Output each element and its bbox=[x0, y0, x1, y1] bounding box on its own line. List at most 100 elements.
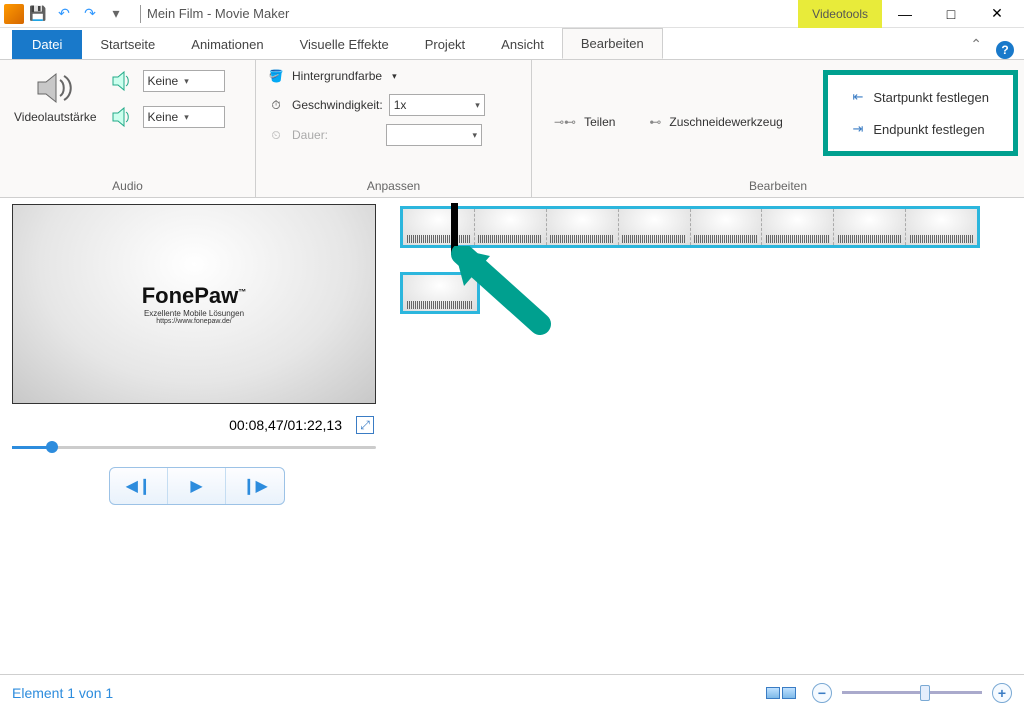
group-label-audio: Audio bbox=[10, 177, 245, 195]
preview-canvas[interactable]: FonePaw™ Exzellente Mobile Lösungen http… bbox=[12, 204, 376, 404]
teilen-label: Teilen bbox=[584, 115, 615, 129]
set-end-icon: ⇥ bbox=[852, 121, 863, 137]
zoom-thumb[interactable] bbox=[920, 685, 930, 701]
quick-access-toolbar: 💾 ↶ ↷ ▾ bbox=[28, 4, 134, 24]
ribbon-group-anpassen: 🪣 Hintergrundfarbe ▾ ⏱ Geschwindigkeit: … bbox=[256, 60, 532, 197]
zoom-control: − + bbox=[812, 683, 1012, 703]
geschwindigkeit-combo[interactable]: 1x ▾ bbox=[389, 94, 485, 116]
ribbon-tabs: Datei Startseite Animationen Visuelle Ef… bbox=[0, 28, 1024, 60]
thumbnails-view-icon[interactable] bbox=[766, 687, 796, 699]
preview-logo-sub: Exzellente Mobile Lösungen bbox=[144, 309, 244, 318]
hintergrundfarbe-button[interactable]: 🪣 Hintergrundfarbe ▾ bbox=[266, 66, 397, 86]
window-controls: — □ ✕ bbox=[882, 0, 1020, 28]
videolautstaerke-button[interactable]: Videolautstärke bbox=[10, 66, 101, 128]
duration-icon: ⏲ bbox=[266, 125, 286, 145]
caret-icon: ▾ bbox=[473, 130, 478, 141]
endpunkt-label: Endpunkt festlegen bbox=[873, 122, 984, 137]
set-start-icon: ⇤ bbox=[852, 89, 863, 105]
group-label-anpassen: Anpassen bbox=[266, 177, 521, 195]
tab-startseite[interactable]: Startseite bbox=[82, 30, 173, 59]
startpunkt-label: Startpunkt festlegen bbox=[873, 90, 989, 105]
title-divider bbox=[140, 5, 141, 23]
preview-logo-main: FonePaw™ bbox=[142, 283, 247, 309]
clip-frame bbox=[403, 275, 477, 311]
speed-icon: ⏱ bbox=[266, 95, 286, 115]
play-button[interactable]: ▶ bbox=[168, 468, 226, 504]
preview-logo-url: https://www.fonepaw.de/ bbox=[156, 318, 232, 325]
fadein-value: Keine bbox=[148, 74, 179, 88]
status-bar: Element 1 von 1 − + bbox=[0, 674, 1024, 710]
playhead[interactable] bbox=[451, 203, 458, 255]
tab-visuelle-effekte[interactable]: Visuelle Effekte bbox=[282, 30, 407, 59]
clip-frame bbox=[762, 209, 834, 245]
clip-frame bbox=[547, 209, 619, 245]
preview-time: 00:08,47/01:22,13 bbox=[229, 417, 342, 433]
ribbon: Videolautstärke Keine ▾ Keine ▾ bbox=[0, 60, 1024, 198]
redo-icon[interactable]: ↷ bbox=[80, 4, 100, 24]
setpoint-highlight-panel: ⇤ Startpunkt festlegen ⇥ Endpunkt festle… bbox=[823, 70, 1018, 156]
preview-time-row: 00:08,47/01:22,13 ⤢ bbox=[12, 404, 382, 440]
fadein-combo[interactable]: Keine ▾ bbox=[143, 70, 225, 92]
clip-frame bbox=[834, 209, 906, 245]
zoom-out-button[interactable]: − bbox=[812, 683, 832, 703]
geschwindigkeit-value: 1x bbox=[394, 98, 407, 112]
caret-icon: ▾ bbox=[392, 71, 397, 82]
teilen-button[interactable]: ⊸⊷ Teilen bbox=[542, 107, 627, 137]
qat-dropdown-icon[interactable]: ▾ bbox=[106, 4, 126, 24]
save-icon[interactable]: 💾 bbox=[28, 4, 48, 24]
endpunkt-button[interactable]: ⇥ Endpunkt festlegen bbox=[852, 121, 989, 137]
timeline-clip-main[interactable] bbox=[400, 206, 980, 248]
startpunkt-button[interactable]: ⇤ Startpunkt festlegen bbox=[852, 89, 989, 105]
contextual-tab-label: Videotools bbox=[798, 0, 882, 28]
title-bar: 💾 ↶ ↷ ▾ Mein Film - Movie Maker Videotoo… bbox=[0, 0, 1024, 28]
dauer-label: Dauer: bbox=[292, 128, 328, 142]
fullscreen-icon[interactable]: ⤢ bbox=[356, 416, 374, 434]
seek-track bbox=[12, 446, 376, 449]
preview-panel: FonePaw™ Exzellente Mobile Lösungen http… bbox=[0, 198, 390, 628]
tab-datei[interactable]: Datei bbox=[12, 30, 82, 59]
zoom-in-button[interactable]: + bbox=[992, 683, 1012, 703]
clip-frame bbox=[691, 209, 763, 245]
clip-frame bbox=[906, 209, 977, 245]
prev-frame-button[interactable]: ◀❙ bbox=[110, 468, 168, 504]
status-text: Element 1 von 1 bbox=[12, 685, 766, 701]
group-label-bearbeiten: Bearbeiten bbox=[542, 177, 1014, 195]
tab-projekt[interactable]: Projekt bbox=[407, 30, 483, 59]
fadein-icon bbox=[111, 70, 137, 92]
geschwindigkeit-label: Geschwindigkeit: bbox=[292, 98, 383, 112]
undo-icon[interactable]: ↶ bbox=[54, 4, 74, 24]
minimize-button[interactable]: — bbox=[882, 0, 928, 28]
tab-bearbeiten[interactable]: Bearbeiten bbox=[562, 28, 663, 59]
caret-icon: ▾ bbox=[184, 76, 189, 87]
caret-icon: ▾ bbox=[475, 100, 480, 111]
seek-fill bbox=[12, 446, 50, 449]
hintergrundfarbe-label: Hintergrundfarbe bbox=[292, 69, 382, 83]
clip-frame bbox=[403, 209, 475, 245]
close-button[interactable]: ✕ bbox=[974, 0, 1020, 28]
help-button[interactable]: ? bbox=[996, 41, 1014, 59]
zoom-slider[interactable] bbox=[842, 691, 982, 694]
ribbon-group-audio: Videolautstärke Keine ▾ Keine ▾ bbox=[0, 60, 256, 197]
caret-icon: ▾ bbox=[184, 112, 189, 123]
maximize-button[interactable]: □ bbox=[928, 0, 974, 28]
zuschneidewerkzeug-button[interactable]: ⊷ Zuschneidewerkzeug bbox=[637, 107, 794, 137]
timeline-panel[interactable] bbox=[390, 198, 1024, 628]
next-frame-button[interactable]: ❙▶ bbox=[226, 468, 284, 504]
ribbon-collapse-icon[interactable]: ⌃ bbox=[956, 30, 996, 59]
clip-frame bbox=[475, 209, 547, 245]
fadeout-combo[interactable]: Keine ▾ bbox=[143, 106, 225, 128]
seek-thumb[interactable] bbox=[46, 441, 58, 453]
clip-frame bbox=[619, 209, 691, 245]
timeline-clip-sub[interactable] bbox=[400, 272, 480, 314]
app-icon bbox=[4, 4, 24, 24]
split-icon: ⊸⊷ bbox=[554, 115, 576, 129]
seek-slider[interactable] bbox=[12, 446, 376, 449]
dauer-combo: ▾ bbox=[386, 124, 482, 146]
workspace: FonePaw™ Exzellente Mobile Lösungen http… bbox=[0, 198, 1024, 628]
trim-icon: ⊷ bbox=[649, 115, 661, 129]
tab-ansicht[interactable]: Ansicht bbox=[483, 30, 562, 59]
zuschneidewerkzeug-label: Zuschneidewerkzeug bbox=[669, 115, 782, 129]
paint-bucket-icon: 🪣 bbox=[266, 66, 286, 86]
tab-animationen[interactable]: Animationen bbox=[173, 30, 281, 59]
playback-controls: ◀❙ ▶ ❙▶ bbox=[12, 467, 382, 505]
